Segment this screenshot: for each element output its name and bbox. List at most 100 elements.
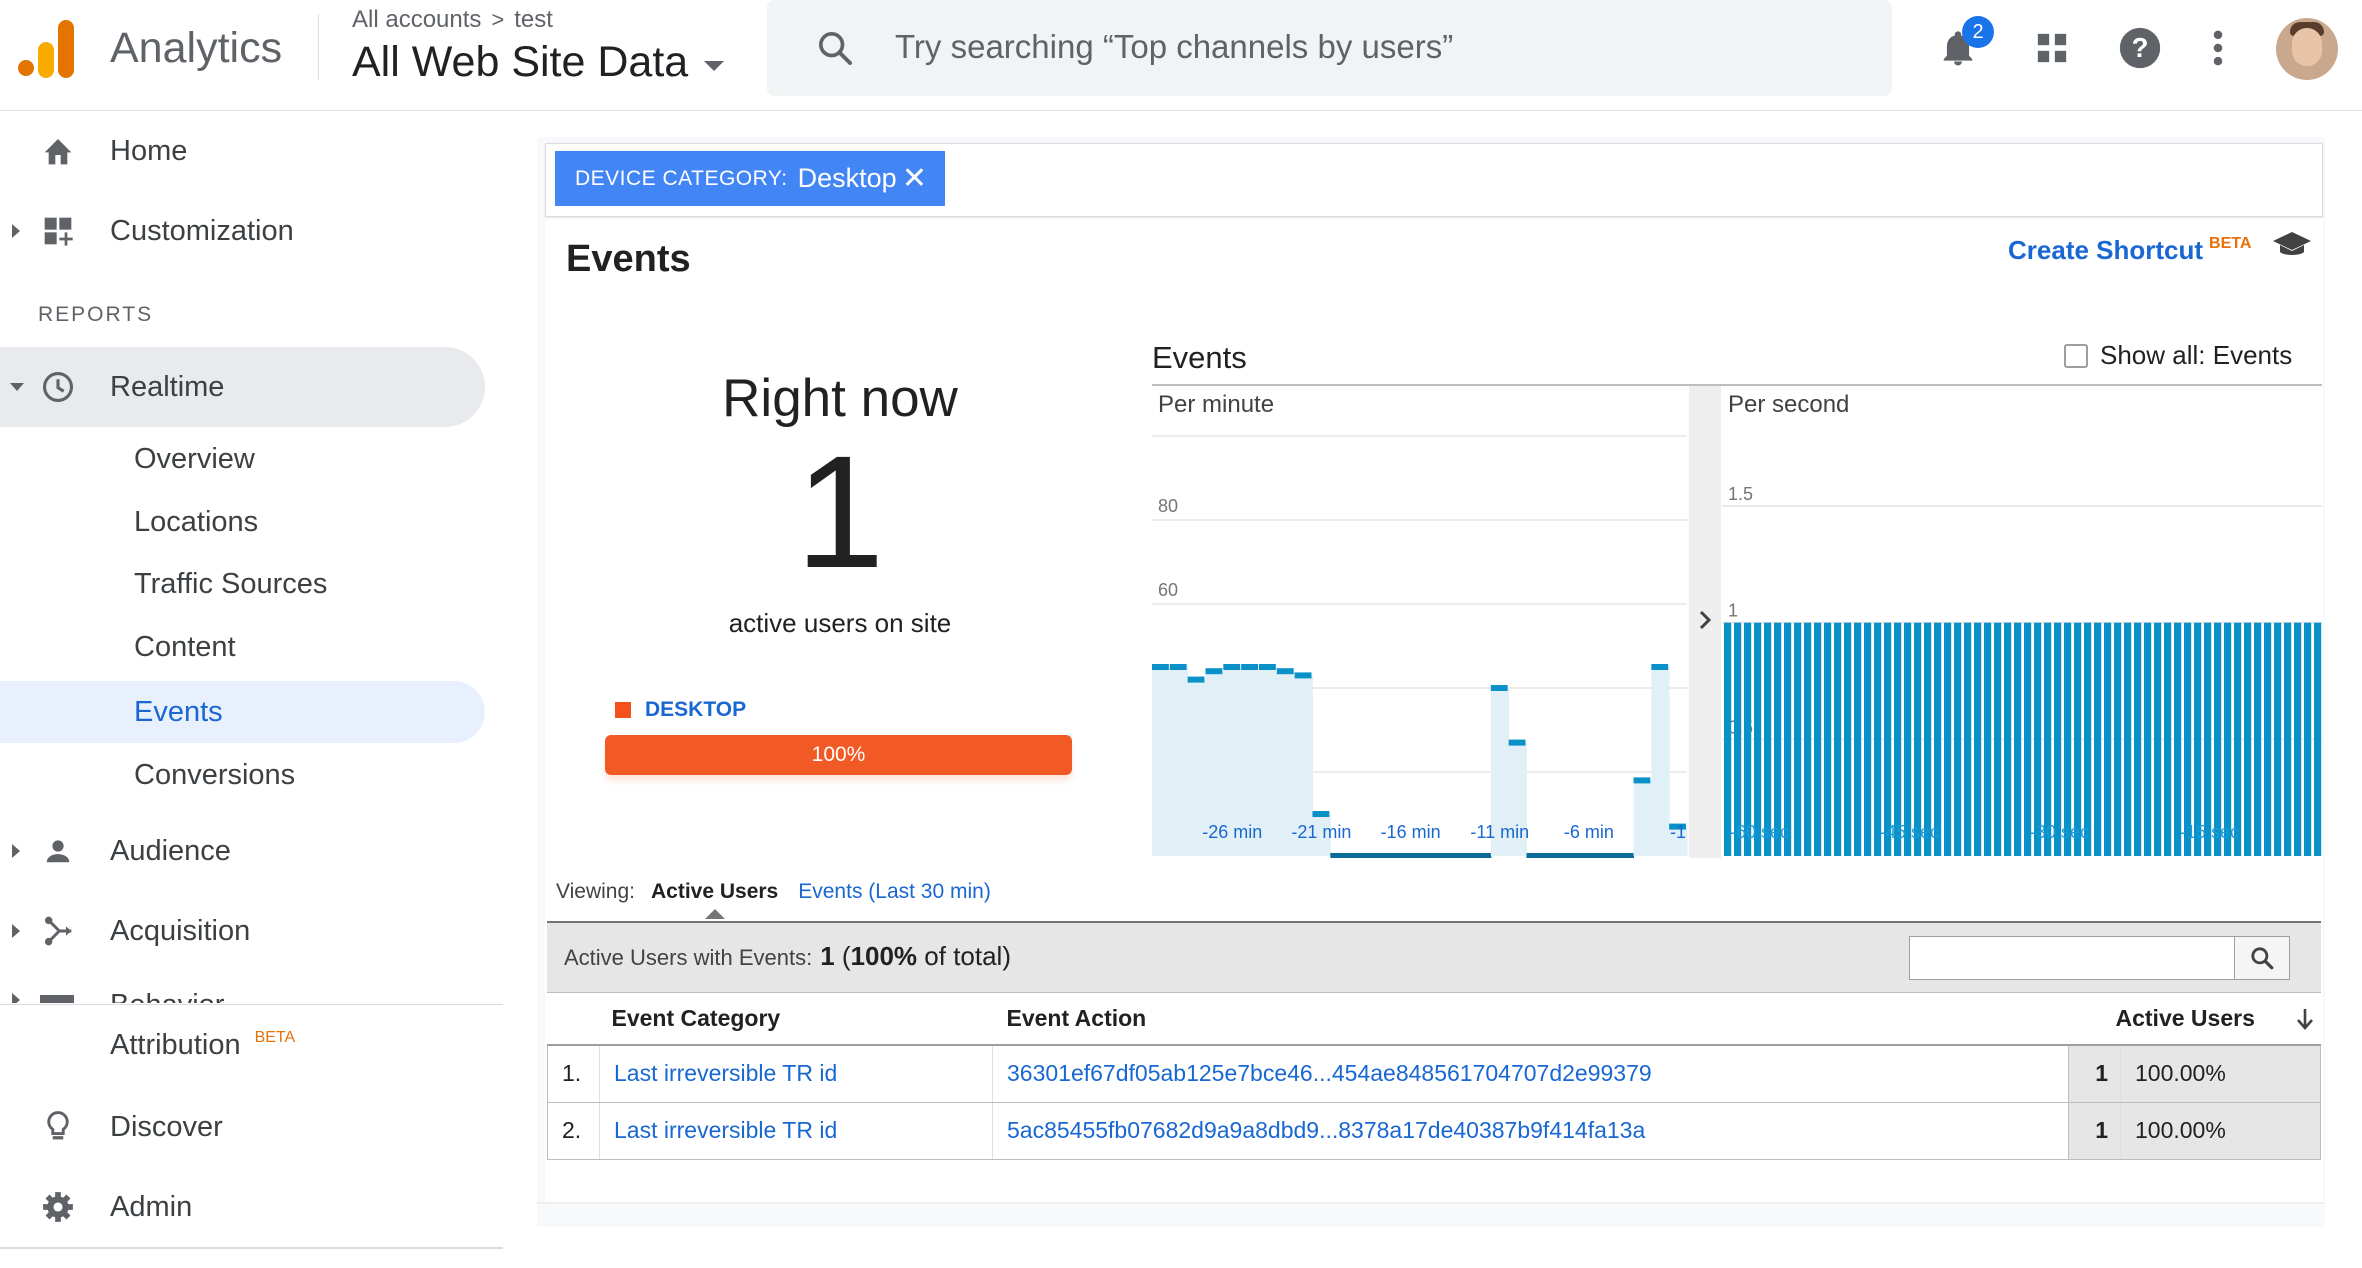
y-tick-label: 1.5 (1728, 484, 1753, 504)
arrow-down-icon[interactable] (2295, 1007, 2315, 1031)
sidebar-item-conversions[interactable]: Conversions (0, 744, 485, 806)
breadcrumb-separator: > (491, 7, 505, 32)
create-shortcut-link[interactable]: Create Shortcut BETA (2008, 235, 2251, 266)
tab-events-last-30[interactable]: Events (Last 30 min) (798, 880, 991, 904)
bar (2124, 622, 2132, 856)
sidebar-item-overview[interactable]: Overview (0, 428, 485, 490)
event-category-link[interactable]: Last irreversible TR id (599, 1102, 993, 1160)
analytics-logo[interactable] (18, 18, 74, 78)
x-tick-label: -11 min (1470, 822, 1529, 842)
bar-area (1152, 667, 1171, 856)
right-now-label: Right now (722, 369, 958, 428)
bar (1744, 622, 1752, 856)
more-vert-icon[interactable] (2192, 22, 2244, 74)
avatar[interactable] (2276, 18, 2338, 80)
x-tick-label: -21 min (1291, 822, 1351, 842)
bar (2004, 622, 2012, 856)
search-box[interactable]: Try searching “Top channels by users” (767, 0, 1892, 96)
graduation-cap-icon[interactable] (2272, 230, 2312, 260)
legend-swatch (615, 702, 631, 718)
table-search-input[interactable] (1909, 936, 2235, 980)
event-action-link[interactable]: 36301ef67df05ab125e7bce46...454ae8485617… (992, 1045, 2069, 1103)
app-header: Analytics All accounts > test All Web Si… (0, 0, 2362, 111)
column-header-event-category[interactable]: Event Category (547, 993, 993, 1046)
apps-grid-icon[interactable] (2026, 22, 2078, 74)
sidebar-item-traffic-sources[interactable]: Traffic Sources (0, 553, 485, 615)
collapse-arrow-icon[interactable] (10, 383, 24, 391)
sidebar-item-attribution[interactable]: Attribution BETA (0, 1005, 485, 1085)
bar (1894, 622, 1902, 856)
breadcrumb[interactable]: All accounts > test (352, 6, 553, 34)
sidebar-item-label: Audience (110, 834, 231, 867)
create-shortcut-label[interactable]: Create Shortcut (2008, 235, 2203, 265)
sidebar-item-realtime[interactable]: Realtime (0, 347, 485, 427)
bar-mark (1330, 853, 1349, 858)
app-name[interactable]: Analytics (110, 24, 282, 73)
summary-count: 1 (820, 941, 835, 971)
summary-suffix: of total) (924, 941, 1011, 971)
column-header-active-users[interactable]: Active Users (2068, 993, 2321, 1046)
sidebar-item-label: Conversions (134, 758, 296, 791)
bar (1864, 622, 1872, 856)
help-icon[interactable]: ? (2114, 22, 2166, 74)
view-selector[interactable]: All Web Site Data (352, 38, 725, 87)
sidebar-item-home[interactable]: Home (0, 111, 485, 191)
device-share-bar: 100% (605, 735, 1072, 775)
bar-mark (1348, 853, 1367, 858)
search-placeholder[interactable]: Try searching “Top channels by users” (895, 28, 1453, 66)
bar-mark (1490, 685, 1508, 691)
column-header-event-action[interactable]: Event Action (992, 993, 2069, 1046)
sidebar-item-locations[interactable]: Locations (0, 491, 485, 553)
bar (1924, 622, 1932, 856)
breadcrumb-account[interactable]: All accounts (352, 6, 481, 34)
sidebar-item-audience[interactable]: Audience (0, 811, 485, 891)
clock-icon (40, 369, 76, 405)
expand-arrow-icon[interactable] (12, 924, 20, 938)
device-label: DESKTOP (645, 698, 747, 721)
bar-mark (1615, 853, 1634, 858)
breadcrumb-property[interactable]: test (514, 6, 553, 34)
sidebar-item-events[interactable]: Events (0, 681, 485, 743)
bar-mark (1294, 672, 1312, 679)
bar (2064, 622, 2072, 856)
page-title: Events (566, 238, 691, 280)
show-all-toggle[interactable]: Show all: Events (2064, 340, 2292, 371)
sidebar-item-discover[interactable]: Discover (0, 1087, 485, 1167)
bar-mark (1508, 739, 1526, 746)
table-search-button[interactable] (2234, 936, 2290, 980)
sidebar-item-admin[interactable]: Admin (0, 1167, 485, 1247)
active-users-pct: 100.00% (2120, 1102, 2321, 1160)
bar-mark (1383, 853, 1403, 858)
bar-area (1633, 780, 1652, 856)
bar-mark (1205, 668, 1223, 675)
show-all-checkbox[interactable] (2064, 343, 2088, 368)
active-users-header-label[interactable]: Active Users (2116, 1005, 2255, 1031)
bar (1774, 622, 1782, 856)
acquisition-icon (40, 913, 76, 949)
bar (2234, 622, 2242, 856)
sidebar-item-label: Customization (110, 214, 294, 247)
sidebar-item-behavior[interactable]: Behavior (0, 971, 503, 1003)
table-header-row: Event Category Event Action Active Users (547, 993, 2321, 1046)
bar (2244, 622, 2252, 856)
sidebar-divider (0, 1247, 503, 1249)
caret-down-icon[interactable] (704, 60, 725, 71)
filter-chip-device-category[interactable]: DEVICE CATEGORY: Desktop ✕ (555, 151, 945, 206)
sidebar-item-customization[interactable]: Customization (0, 191, 485, 271)
bar (2044, 622, 2052, 856)
view-name[interactable]: All Web Site Data (352, 38, 688, 87)
tab-active-users[interactable]: Active Users (651, 880, 778, 919)
viewing-tabs: Viewing: Active Users Events (Last 30 mi… (556, 880, 991, 919)
event-category-link[interactable]: Last irreversible TR id (599, 1045, 993, 1103)
expand-arrow-icon[interactable] (12, 844, 20, 858)
x-tick-label: -15 sec (2180, 822, 2239, 842)
event-action-link[interactable]: 5ac85455fb07682d9a9a8dbd9...8378a17de403… (992, 1102, 2069, 1160)
sidebar-item-content[interactable]: Content (0, 616, 485, 678)
close-icon[interactable]: ✕ (902, 161, 927, 196)
bar (1884, 622, 1892, 856)
sidebar-item-acquisition[interactable]: Acquisition (0, 891, 485, 971)
sidebar-item-label: Attribution BETA (110, 1029, 295, 1062)
expand-arrow-icon[interactable] (12, 993, 20, 1003)
expand-arrow-icon[interactable] (12, 224, 20, 238)
x-tick-label: -60 sec (1730, 822, 1789, 842)
